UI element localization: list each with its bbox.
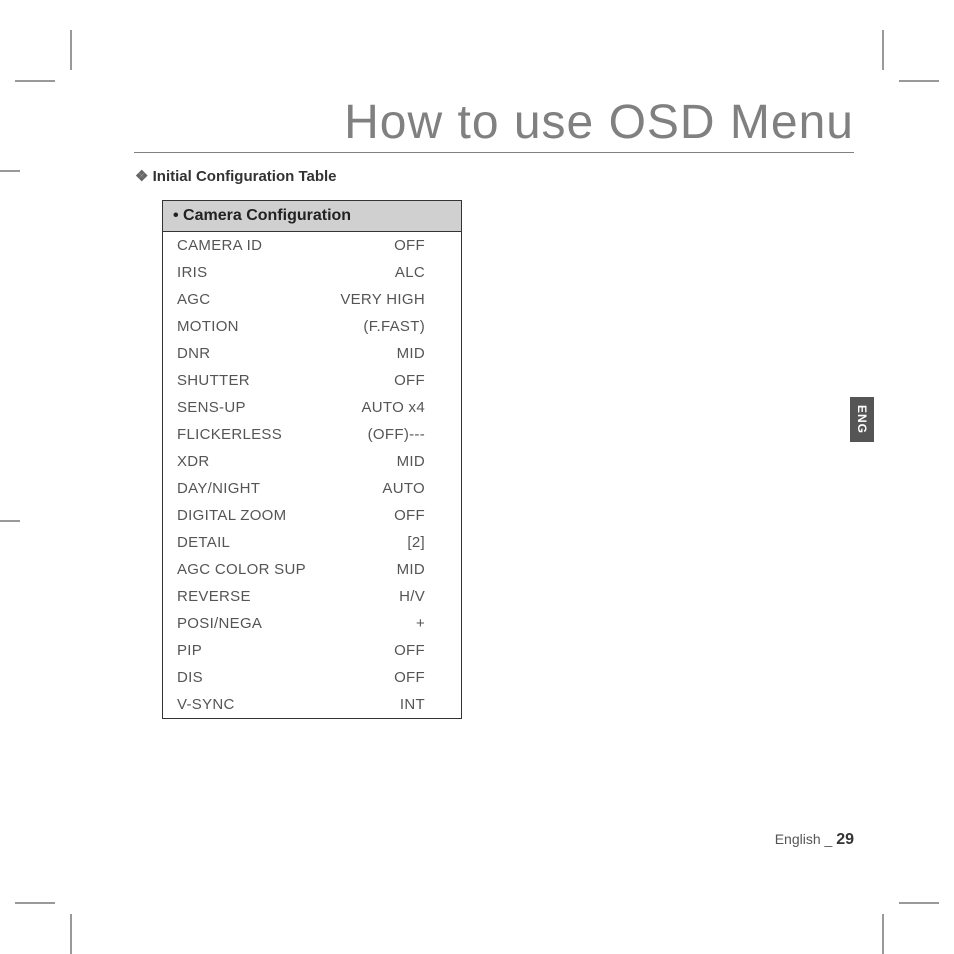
table-row: V-SYNC INT [163, 691, 461, 718]
row-label: DAY/NIGHT [177, 480, 260, 497]
row-value: VERY HIGH [340, 291, 449, 308]
row-value: OFF [394, 669, 449, 686]
table-row: DIS OFF [163, 664, 461, 691]
row-value: MID [397, 453, 449, 470]
footer-language: English [775, 831, 821, 847]
table-row: AGC VERY HIGH [163, 286, 461, 313]
row-value: AUTO x4 [361, 399, 449, 416]
row-label: PIP [177, 642, 202, 659]
row-value: ALC [395, 264, 449, 281]
row-value: (OFF)--- [368, 426, 449, 443]
row-value: OFF [394, 642, 449, 659]
crop-mark-icon [15, 864, 75, 924]
row-label: REVERSE [177, 588, 251, 605]
language-tab: ENG [850, 397, 874, 442]
row-value: OFF [394, 507, 449, 524]
row-value: OFF [394, 372, 449, 389]
table-row: CAMERA ID OFF [163, 232, 461, 259]
row-value: OFF [394, 237, 449, 254]
row-label: MOTION [177, 318, 239, 335]
row-label: AGC [177, 291, 210, 308]
row-label: POSI/NEGA [177, 615, 262, 632]
row-value: AUTO [382, 480, 449, 497]
row-label: DNR [177, 345, 210, 362]
table-row: DAY/NIGHT AUTO [163, 475, 461, 502]
row-label: DETAIL [177, 534, 230, 551]
table-row: MOTION (F.FAST) [163, 313, 461, 340]
row-label: V-SYNC [177, 696, 235, 713]
table-row: AGC COLOR SUP MID [163, 556, 461, 583]
crop-mark-icon [15, 60, 75, 120]
footer-separator: _ [821, 831, 837, 847]
table-row: SENS-UP AUTO x4 [163, 394, 461, 421]
row-label: CAMERA ID [177, 237, 262, 254]
table-row: IRIS ALC [163, 259, 461, 286]
table-row: REVERSE H/V [163, 583, 461, 610]
page-title: How to use OSD Menu [134, 95, 854, 153]
crop-mark-icon [0, 170, 20, 172]
row-value: + [416, 615, 449, 632]
row-value: [2] [407, 534, 449, 551]
camera-config-table: • Camera Configuration CAMERA ID OFF IRIS… [162, 200, 462, 719]
table-row: DNR MID [163, 340, 461, 367]
table-row: SHUTTER OFF [163, 367, 461, 394]
table-row: DIGITAL ZOOM OFF [163, 502, 461, 529]
row-label: AGC COLOR SUP [177, 561, 306, 578]
row-value: MID [397, 561, 449, 578]
table-header: • Camera Configuration [163, 201, 461, 232]
section-header: Initial Configuration Table [135, 167, 337, 185]
table-row: PIP OFF [163, 637, 461, 664]
row-label: IRIS [177, 264, 207, 281]
crop-mark-icon [879, 864, 939, 924]
row-label: FLICKERLESS [177, 426, 282, 443]
page-footer: English _ 29 [775, 831, 854, 849]
table-row: DETAIL [2] [163, 529, 461, 556]
crop-mark-icon [0, 520, 20, 522]
row-value: H/V [399, 588, 449, 605]
row-label: SENS-UP [177, 399, 246, 416]
row-value: MID [397, 345, 449, 362]
row-value: (F.FAST) [363, 318, 449, 335]
table-row: POSI/NEGA + [163, 610, 461, 637]
table-row: FLICKERLESS (OFF)--- [163, 421, 461, 448]
crop-mark-icon [879, 60, 939, 120]
table-row: XDR MID [163, 448, 461, 475]
row-label: DIGITAL ZOOM [177, 507, 286, 524]
row-label: SHUTTER [177, 372, 250, 389]
row-value: INT [400, 696, 449, 713]
page-number: 29 [836, 831, 854, 848]
row-label: XDR [177, 453, 210, 470]
row-label: DIS [177, 669, 203, 686]
